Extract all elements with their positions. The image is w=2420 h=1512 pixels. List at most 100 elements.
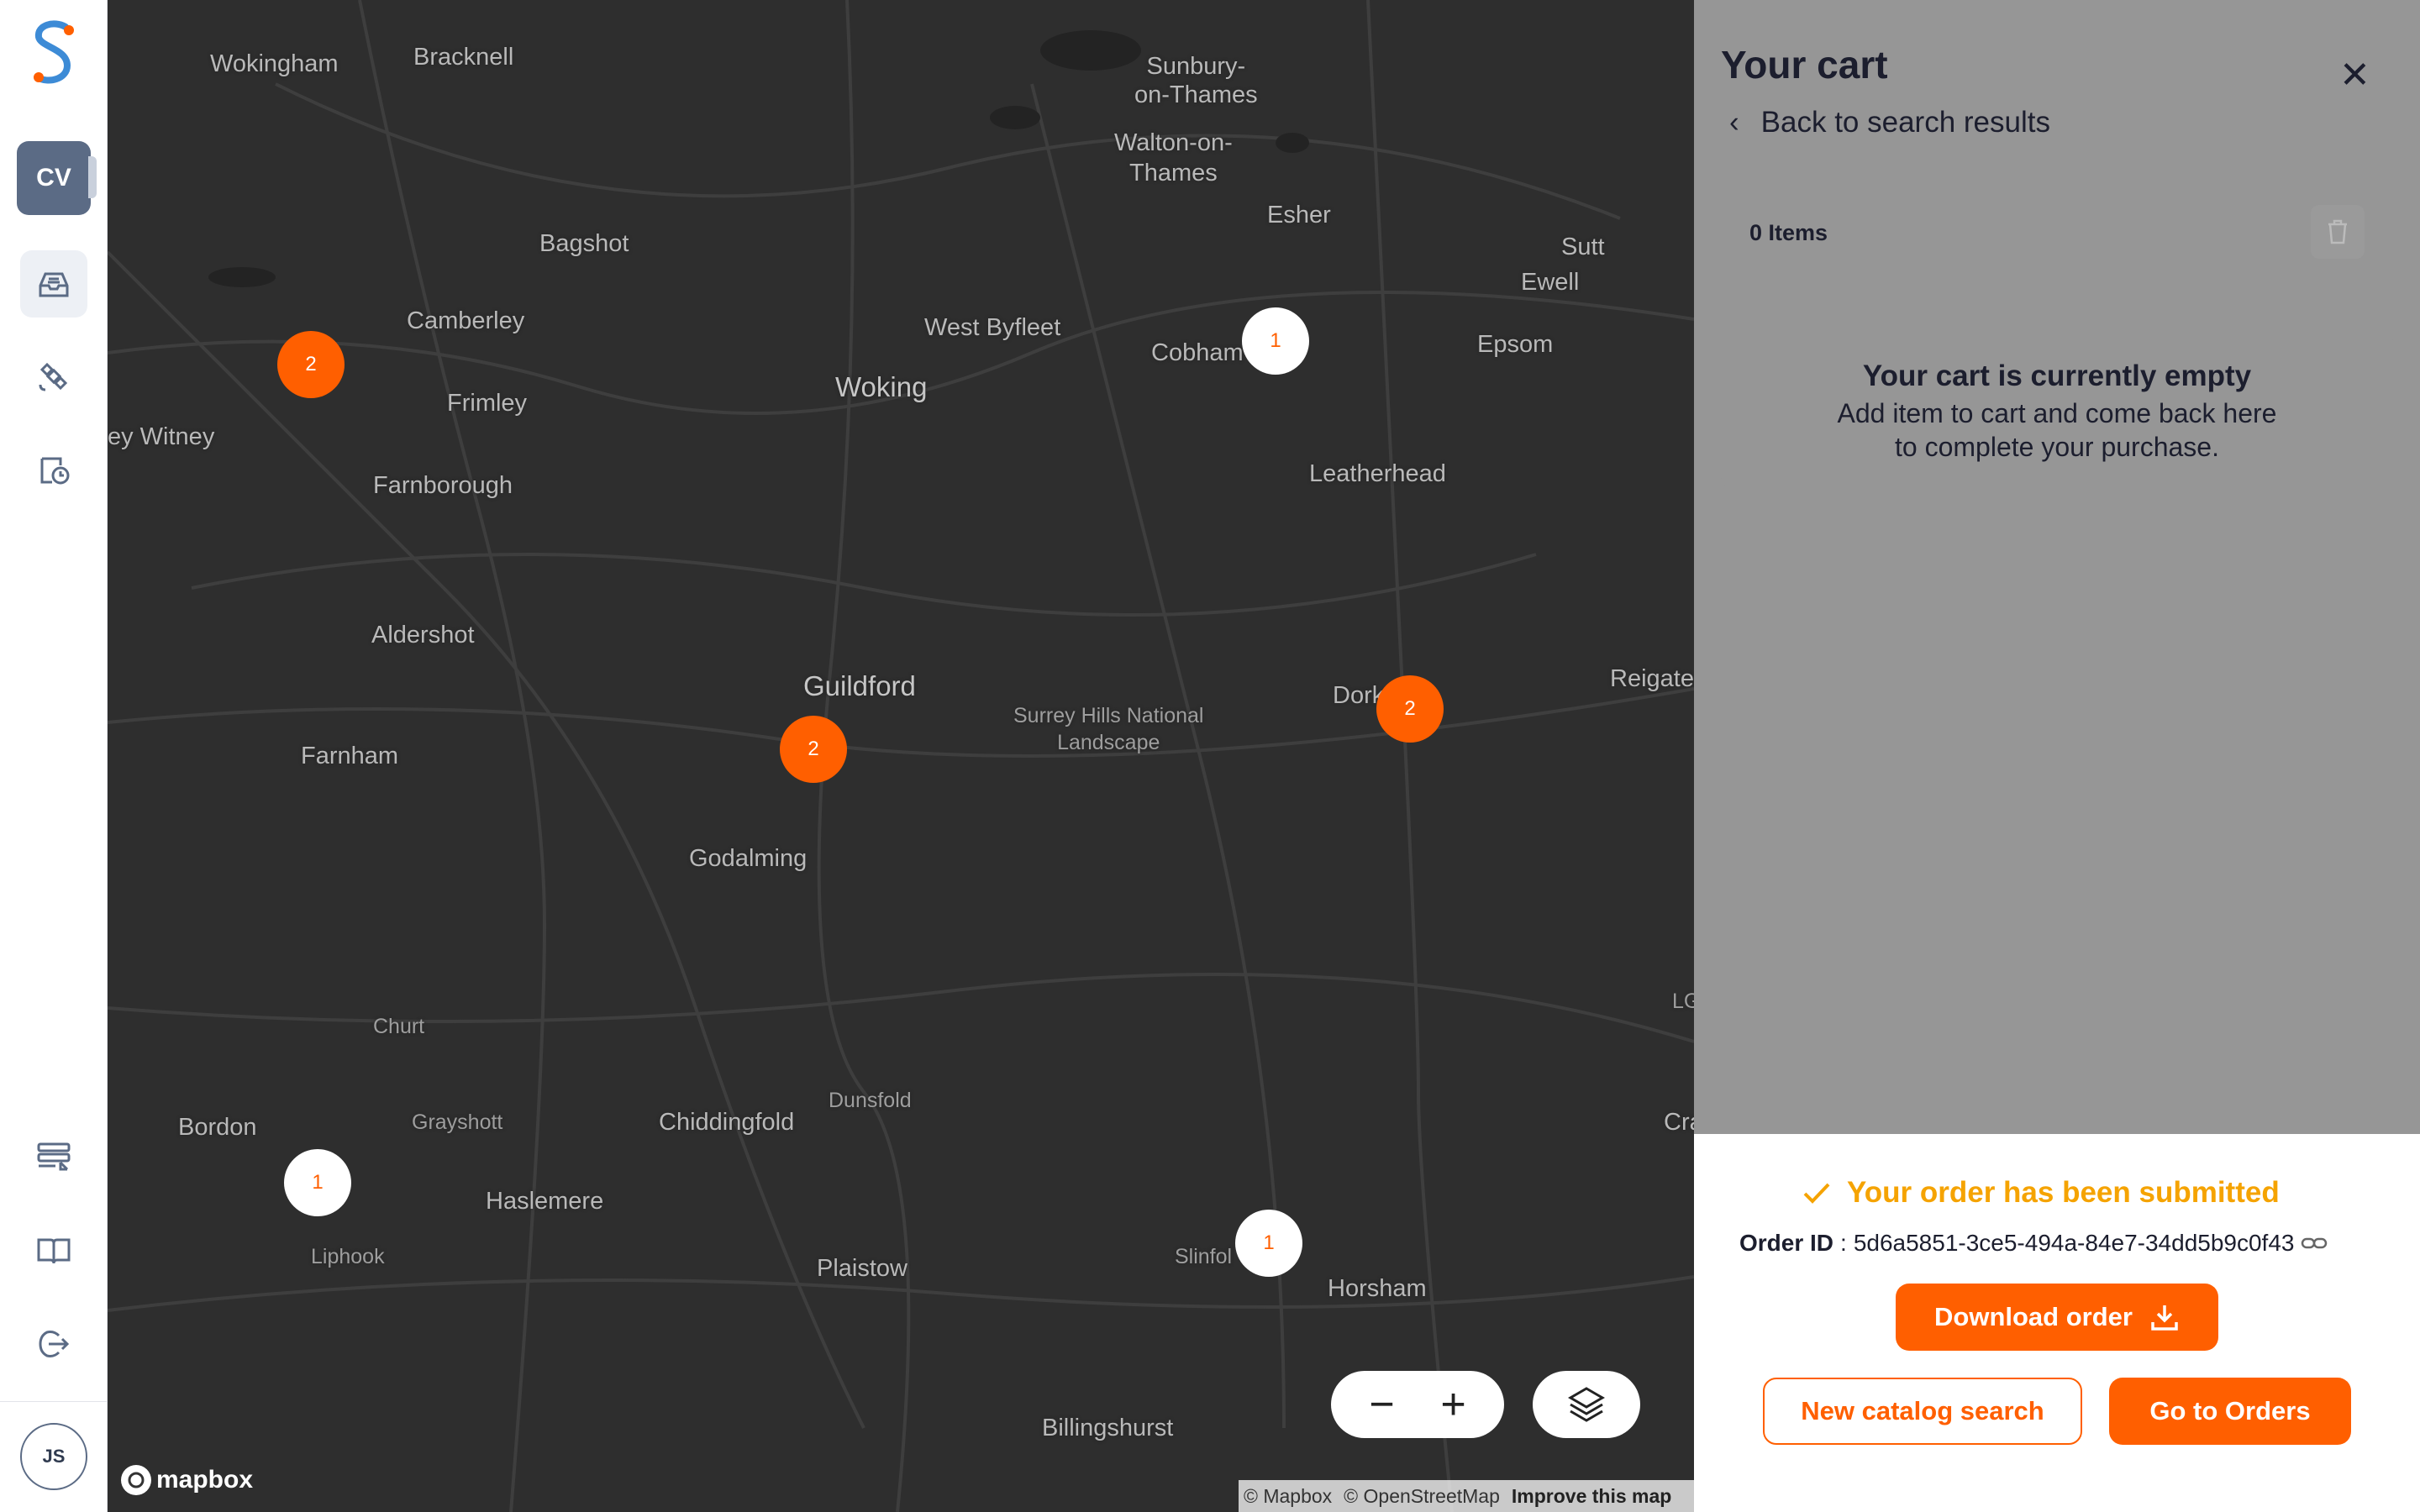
map-cluster-marker[interactable]: 1 [284,1149,351,1216]
map-view[interactable]: Wokingham Bracknell Sunbury- on-Thames W… [108,0,1694,1512]
map-label: Esher [1267,202,1331,228]
new-catalog-search-button[interactable]: New catalog search [1763,1378,2082,1445]
workspace-indicator [88,156,97,198]
checkmark-icon [1803,1183,1830,1204]
improve-map-link[interactable]: Improve this map [1512,1485,1671,1508]
map-label: Billingshurst [1042,1415,1174,1441]
map-label: Cra [1664,1109,1694,1136]
empty-cart-message: Your cart is currently empty Add item to… [1721,329,2393,489]
map-cluster-marker[interactable]: 2 [1376,675,1444,743]
chevron-left-icon: ‹ [1729,106,1739,139]
zoom-out-button[interactable]: − [1369,1383,1394,1426]
map-label: Wokingham [210,50,339,77]
order-id-row: Order ID: 5d6a5851-3ce5-494a-84e7-34dd5b… [1739,1230,2328,1257]
order-id-label: Order ID [1739,1230,1834,1256]
satellite-icon [39,362,68,391]
modal-overlay [1694,0,2420,1134]
map-label: Ewell [1521,269,1580,296]
layers-button[interactable] [1533,1371,1640,1438]
trash-icon [2328,219,2347,244]
layers-icon [1568,1387,1605,1422]
map-label: Camberley [407,307,525,334]
sidebar-divider [0,1401,108,1402]
map-label: Horsham [1328,1275,1427,1302]
items-count: 0 Items [1749,220,1828,245]
map-label: Haslemere [486,1188,604,1215]
map-label: Godalming [689,845,808,872]
map-label: Guildford [803,670,916,701]
workspace-avatar[interactable]: CV [17,141,91,215]
map-label: Aldershot [371,622,475,648]
back-to-search-link[interactable]: ‹ Back to search results [1729,106,2050,139]
cart-title: Your cart [1721,43,1888,87]
clear-cart-button[interactable] [2311,205,2365,259]
map-cluster-marker[interactable]: 2 [277,331,345,398]
map-label: Cobham [1151,339,1244,366]
map-label: Woking [835,371,928,402]
map-attribution: © Mapbox © OpenStreetMap Improve this ma… [1239,1480,1694,1512]
map-label: Surrey Hills National Landscape [1013,704,1204,754]
nav-satellite-button[interactable] [20,343,87,410]
attribution-mapbox-link[interactable]: © Mapbox [1244,1485,1332,1508]
map-label: Sunbury- on-Thames [1134,53,1258,108]
map-label: Slinfol [1175,1245,1233,1268]
nav-history-button[interactable] [20,437,87,504]
close-button[interactable]: ✕ [2339,54,2370,97]
map-cluster-marker[interactable]: 2 [780,716,847,783]
nav-docs-button[interactable] [20,1216,87,1284]
map-label: Bracknell [413,44,514,71]
map-label: Chiddingfold [659,1109,795,1136]
map-label: Sutt [1561,234,1605,260]
nav-inbox-button[interactable] [20,250,87,318]
mapbox-logo[interactable]: mapbox [121,1465,253,1495]
map-label: Walton-on- Thames [1114,129,1233,186]
zoom-control: − + [1331,1371,1504,1438]
success-text: Your order has been submitted [1847,1176,2280,1209]
close-icon: ✕ [2339,55,2370,96]
map-label: Liphook [311,1245,385,1268]
copy-link-icon[interactable] [2301,1235,2328,1252]
map-label: West Byfleet [924,314,1061,341]
empty-cart-title: Your cart is currently empty [1862,360,2252,392]
order-id-separator: : [1840,1230,1847,1256]
map-label: Frimley [447,390,528,417]
back-label: Back to search results [1760,106,2050,139]
map-label: Dunsfold [829,1089,912,1112]
map-label: Farnham [301,743,399,769]
sidebar: CV JS [0,0,108,1512]
logout-icon [39,1331,70,1357]
logout-button[interactable] [20,1310,87,1378]
map-label: Epsom [1477,331,1554,358]
nav-tasks-button[interactable] [20,1122,87,1189]
tasks-icon [37,1142,71,1171]
docs-book-icon [37,1238,71,1264]
map-label: ey Witney [108,423,215,450]
user-avatar[interactable]: JS [20,1423,87,1490]
map-label: LG [1672,990,1694,1013]
order-success-message: Your order has been submitted [1802,1176,2280,1210]
history-icon [40,457,70,485]
map-label: Grayshott [412,1110,503,1134]
map-label: Churt [373,1015,425,1038]
zoom-in-button[interactable]: + [1440,1383,1465,1426]
map-label: Bordon [178,1114,257,1141]
download-order-button[interactable]: Download order [1896,1284,2218,1351]
go-to-orders-button[interactable]: Go to Orders [2109,1378,2351,1445]
empty-cart-text-2: to complete your purchase. [1895,432,2219,462]
mapbox-icon [121,1465,151,1495]
map-label: Bagshot [539,230,629,257]
download-label: Download order [1934,1302,2133,1331]
map-cluster-marker[interactable]: 1 [1235,1210,1302,1277]
inbox-icon [39,272,69,297]
app-logo[interactable] [29,18,79,89]
order-id-value: 5d6a5851-3ce5-494a-84e7-34dd5b9c0f43 [1853,1230,2295,1256]
map-label: Leatherhead [1309,460,1446,487]
attribution-osm-link[interactable]: © OpenStreetMap [1344,1485,1500,1508]
map-label: Plaistow [817,1255,908,1282]
download-icon [2151,1305,2178,1331]
mapbox-brand: mapbox [156,1466,254,1494]
map-label: Reigate [1610,665,1694,692]
empty-cart-text-1: Add item to cart and come back here [1837,398,2277,428]
map-cluster-marker[interactable]: 1 [1242,307,1309,375]
map-label: Farnborough [373,472,513,499]
